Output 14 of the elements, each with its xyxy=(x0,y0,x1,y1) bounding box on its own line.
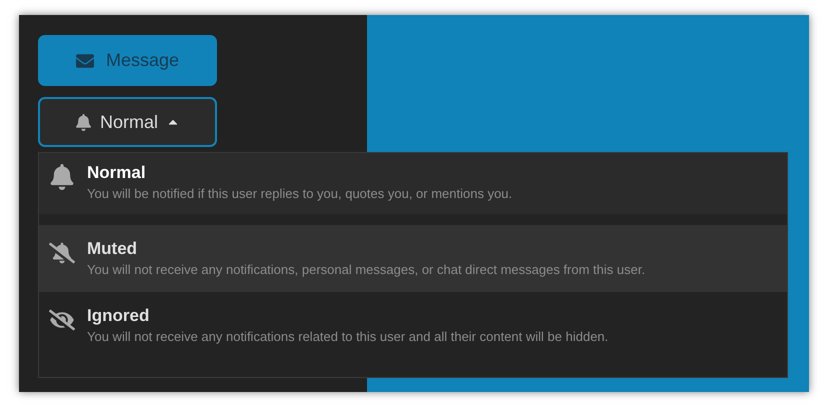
menu-item[interactable]: Normal You will be notified if this user replies to you, quotes you, or mentions you. xyxy=(39,153,787,214)
menu-item-title: Ignored xyxy=(87,305,150,327)
bell-icon xyxy=(49,164,75,190)
hidden-eye-icon xyxy=(49,307,75,333)
menu-item-description: You will not receive any notifications related to this user and all their content will be hidden. xyxy=(87,328,608,346)
menu-item[interactable]: Muted You will not receive any notifications, personal messages, or chat direct messages from this user. xyxy=(39,225,787,292)
menu-item-description: You will not receive any notifications, personal messages, or chat direct messages from this user. xyxy=(87,261,646,279)
menu-item-description: You will be notified if this user replies to you, quotes you, or mentions you. xyxy=(87,185,512,203)
bell-icon xyxy=(74,114,92,130)
envelope-icon xyxy=(76,52,94,70)
menu-item-title: Normal xyxy=(87,162,147,184)
muted-bell-icon xyxy=(49,240,75,266)
notification-button[interactable]: Normal xyxy=(38,97,217,147)
menu-item-title: Muted xyxy=(87,238,138,260)
